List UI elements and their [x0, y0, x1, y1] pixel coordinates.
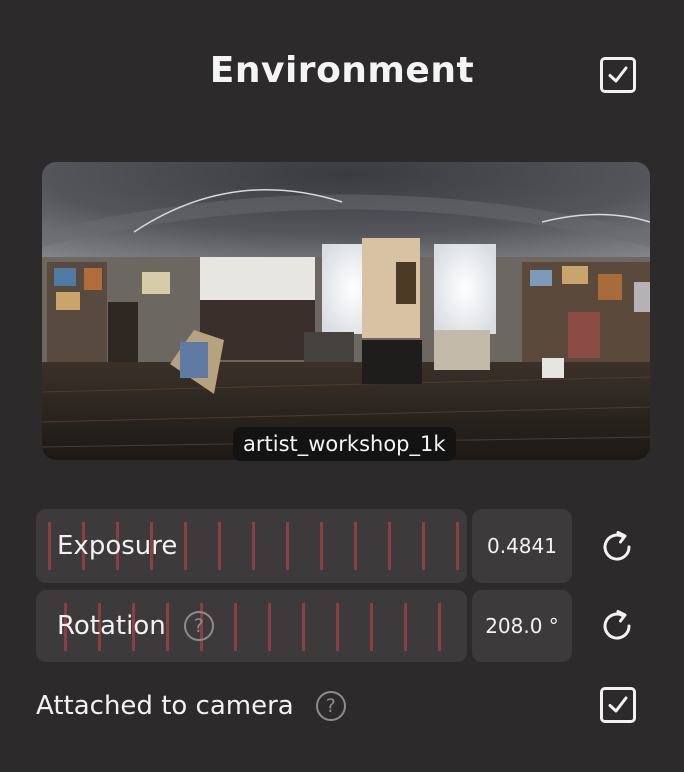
slider-tick: [456, 522, 459, 570]
environment-enabled-checkbox[interactable]: [600, 57, 636, 93]
slider-tick: [438, 603, 441, 651]
environment-map-name: artist_workshop_1k: [233, 427, 456, 461]
environment-panel: Environment artist_workshop_1k Exposure …: [0, 0, 684, 772]
slider-tick: [218, 522, 221, 570]
rotation-value-field[interactable]: 208.0 °: [472, 590, 572, 662]
panel-title: Environment: [209, 50, 475, 91]
panorama-thumbnail: [42, 162, 650, 460]
slider-tick: [388, 522, 391, 570]
reset-icon: [603, 531, 631, 561]
slider-tick: [268, 603, 271, 651]
slider-tick: [336, 603, 339, 651]
slider-tick: [320, 522, 323, 570]
environment-map-preview[interactable]: [42, 162, 650, 460]
slider-tick: [184, 522, 187, 570]
reset-icon: [603, 610, 631, 640]
attached-to-camera-row: Attached to camera ?: [36, 686, 346, 726]
slider-tick: [404, 603, 407, 651]
reset-rotation-button[interactable]: [598, 607, 636, 645]
slider-tick: [252, 522, 255, 570]
attached-to-camera-checkbox[interactable]: [600, 687, 636, 723]
slider-tick: [302, 603, 305, 651]
slider-tick: [354, 522, 357, 570]
exposure-label: Exposure: [57, 531, 178, 561]
checkmark-icon: [608, 696, 628, 713]
slider-tick: [422, 522, 425, 570]
slider-tick: [286, 522, 289, 570]
attached-help-icon[interactable]: ?: [315, 691, 346, 721]
exposure-value-field[interactable]: 0.4841: [472, 509, 572, 583]
attached-to-camera-label: Attached to camera: [36, 691, 294, 721]
slider-tick: [370, 603, 373, 651]
checkmark-icon: [608, 66, 628, 83]
rotation-help-icon[interactable]: ?: [183, 611, 214, 641]
reset-exposure-button[interactable]: [598, 528, 636, 566]
rotation-slider[interactable]: Rotation ?: [36, 590, 467, 662]
slider-tick: [48, 522, 51, 570]
slider-tick: [234, 603, 237, 651]
exposure-slider[interactable]: Exposure: [36, 509, 467, 583]
rotation-label: Rotation: [57, 611, 166, 641]
rotation-label-group: Rotation ?: [57, 590, 214, 662]
